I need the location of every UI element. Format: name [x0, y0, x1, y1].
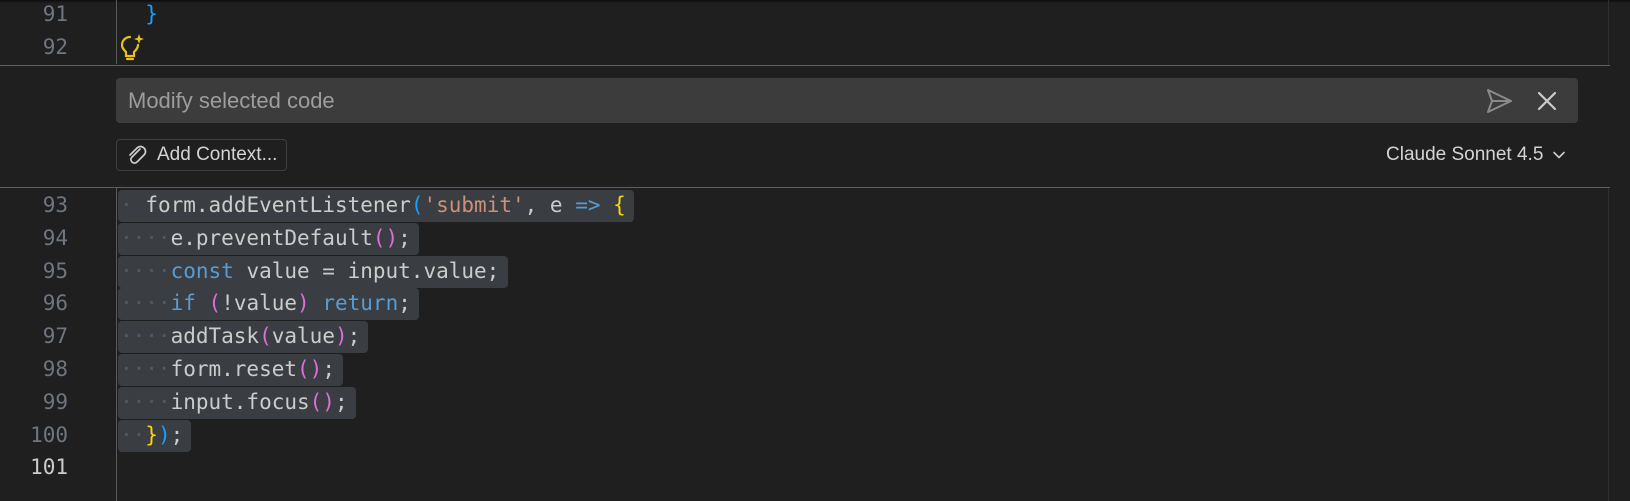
code-text: ··}); — [120, 418, 183, 452]
model-label: Claude Sonnet 4.5 — [1386, 144, 1544, 165]
code-token: value = input.value; — [233, 258, 500, 283]
code-token: => — [575, 193, 601, 217]
code-token: ) — [297, 291, 310, 316]
line-number: 96 — [42, 291, 68, 316]
code-token: ; — [347, 324, 361, 349]
code-token: } — [145, 422, 158, 447]
code-text: ····if (!value) return; — [120, 286, 411, 320]
code-token: ; — [170, 422, 184, 447]
code-token: e.preventDefault — [170, 225, 373, 250]
close-button[interactable] — [1532, 86, 1562, 116]
code-token: ; — [398, 225, 411, 250]
chevron-down-icon — [1553, 151, 1566, 159]
add-context-label: Add Context... — [157, 144, 278, 165]
code-token: ( — [410, 193, 424, 217]
code-token: ···· — [120, 291, 171, 316]
lightbulb-sparkle-icon[interactable] — [121, 33, 145, 61]
code-token: value — [271, 324, 335, 349]
prompt-box — [116, 78, 1578, 123]
code-token: ···· — [120, 324, 171, 349]
line-number: 99 — [42, 389, 68, 414]
line-number: 91 — [42, 2, 68, 26]
code-token: ( — [259, 324, 272, 349]
code-text: ····e.preventDefault(); — [120, 221, 411, 255]
code-line[interactable]: 97 ····addTask(value); — [0, 319, 1600, 354]
code-line[interactable]: 101 — [0, 450, 1600, 484]
code-line[interactable]: 98 ····form.reset(); — [0, 352, 1600, 386]
code-editor[interactable]: 91 }92 Add Co — [0, 0, 1630, 501]
paperclip-icon — [129, 145, 147, 164]
send-button[interactable] — [1484, 86, 1514, 116]
code-token: form.addEventListener — [145, 193, 411, 217]
code-line[interactable]: 100 ··}); — [0, 418, 1600, 452]
code-line[interactable]: 96 ····if (!value) return; — [0, 286, 1600, 321]
code-token: () — [372, 225, 399, 250]
code-text: } — [120, 0, 158, 31]
code-token: () — [297, 357, 323, 381]
code-line[interactable]: 91 } — [0, 0, 1600, 31]
code-token: ·· — [120, 422, 146, 447]
close-icon — [1537, 91, 1557, 111]
line-number: 95 — [42, 258, 68, 283]
code-token: const — [170, 258, 234, 283]
code-token: if — [170, 291, 196, 316]
add-context-button[interactable]: Add Context... — [116, 139, 287, 171]
code-line[interactable]: 93 · form.addEventListener('submit', e =>… — [0, 188, 1600, 222]
code-token: ; — [322, 357, 335, 381]
code-text: ····addTask(value); — [120, 319, 360, 353]
code-token: form.reset — [170, 357, 298, 381]
code-line[interactable]: 92 — [0, 30, 1600, 64]
code-text: · form.addEventListener('submit', e => { — [120, 188, 626, 222]
modify-code-input[interactable] — [128, 78, 1478, 123]
code-line[interactable]: 94 ····e.preventDefault(); — [0, 221, 1600, 255]
send-icon — [1487, 89, 1512, 113]
code-token: 'submit' — [423, 193, 525, 217]
code-token: () — [309, 389, 335, 414]
code-token: , e — [524, 193, 576, 217]
code-token: · — [120, 193, 133, 217]
code-token: { — [613, 193, 626, 217]
code-text: ····input.focus(); — [120, 385, 348, 419]
code-token: ···· — [120, 225, 171, 250]
code-text: ····form.reset(); — [120, 352, 335, 386]
code-line[interactable]: 95 ····const value = input.value; — [0, 254, 1600, 288]
inline-chat-widget: Add Context... Claude Sonnet 4.5 — [0, 65, 1610, 188]
code-token: ) — [334, 324, 348, 349]
line-number: 93 — [42, 193, 68, 217]
code-token: !value — [221, 291, 298, 316]
code-token: ; — [398, 291, 411, 316]
code-token: ···· — [120, 357, 171, 381]
line-number: 101 — [30, 455, 68, 480]
code-token: ; — [334, 389, 348, 414]
code-token: return — [322, 291, 399, 316]
code-token: ) — [157, 422, 171, 447]
code-token: ···· — [120, 389, 171, 414]
code-token: } — [145, 2, 158, 26]
code-token: addTask — [170, 324, 260, 349]
line-number: 94 — [42, 225, 68, 250]
code-token: input.focus — [170, 389, 310, 414]
line-number: 92 — [42, 34, 68, 59]
code-token: ···· — [120, 258, 171, 283]
line-number: 100 — [30, 422, 68, 447]
code-token: ( — [208, 291, 222, 316]
line-number: 97 — [42, 324, 68, 349]
line-number: 98 — [42, 357, 68, 381]
code-line[interactable]: 99 ····input.focus(); — [0, 385, 1600, 419]
code-text: ····const value = input.value; — [120, 254, 499, 288]
model-picker[interactable]: Claude Sonnet 4.5 — [1386, 139, 1567, 171]
